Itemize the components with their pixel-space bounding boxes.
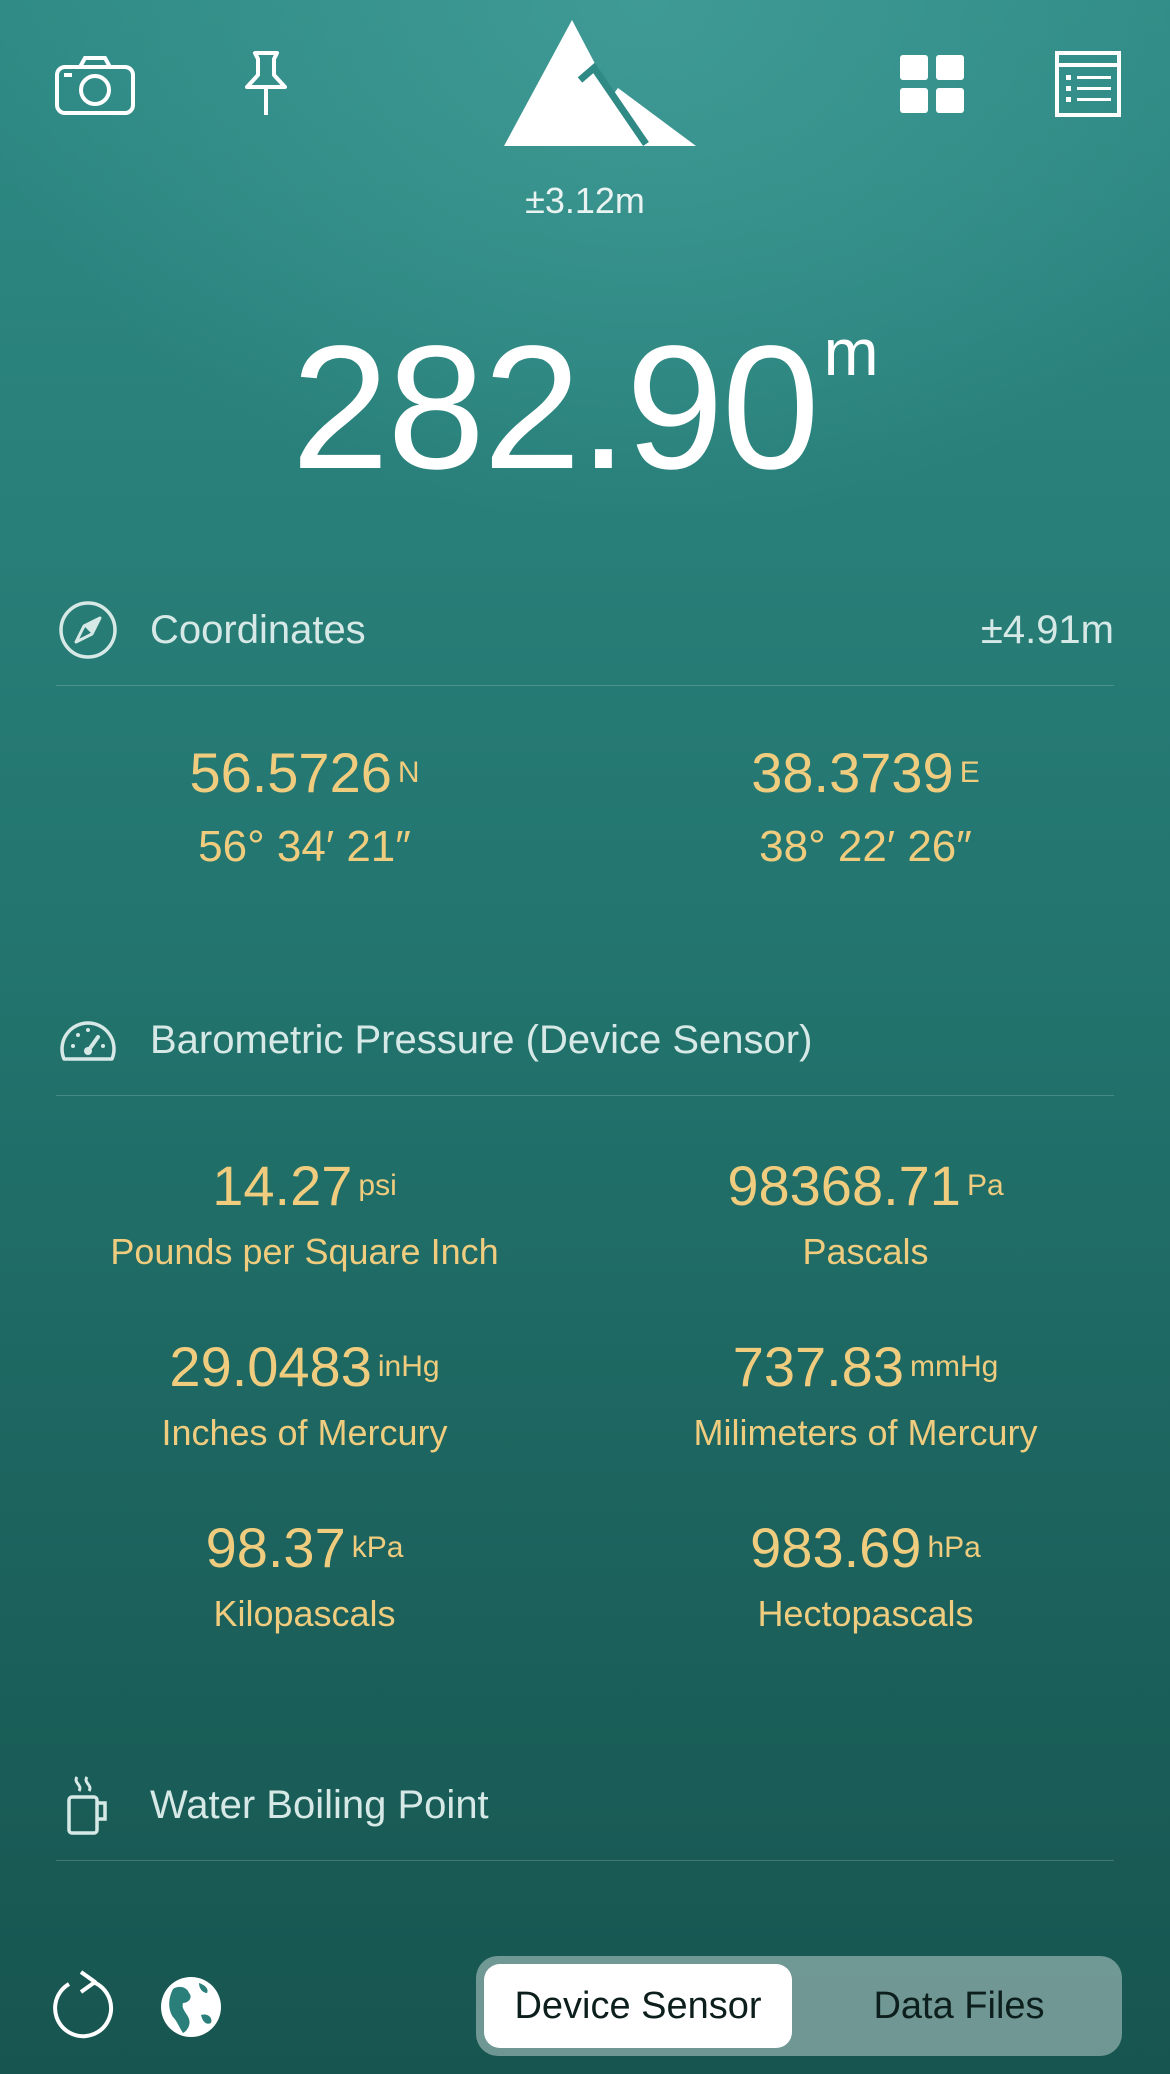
gauge-icon — [56, 1008, 120, 1072]
pressure-title: Barometric Pressure (Device Sensor) — [150, 1017, 813, 1062]
kpa-value: 98.37 — [205, 1516, 346, 1579]
mountain-logo — [500, 18, 700, 150]
pin-button[interactable] — [236, 46, 296, 122]
inhg-value: 29.0483 — [169, 1335, 372, 1398]
mountain-icon — [504, 20, 696, 146]
pressure-hpa: 983.69 hPa Hectopascals — [573, 1517, 1158, 1635]
boiling-point-header[interactable]: Water Boiling Point — [56, 1750, 1114, 1861]
latitude-cell: 56.5726 N 56° 34′ 21″ — [12, 742, 597, 872]
longitude-dms: 38° 22′ 26″ — [759, 822, 972, 871]
pressure-kpa: 98.37 kPa Kilopascals — [12, 1517, 597, 1635]
psi-unit: psi — [358, 1169, 397, 1202]
pin-icon — [245, 51, 287, 115]
segment-data-files[interactable]: Data Files — [806, 1964, 1112, 2048]
boiling-point-title: Water Boiling Point — [150, 1782, 489, 1827]
kpa-label: Kilopascals — [213, 1593, 396, 1634]
altitude-accuracy: ±3.12m — [525, 180, 645, 221]
coordinates-title: Coordinates — [150, 607, 366, 652]
latitude-dms: 56° 34′ 21″ — [198, 822, 411, 871]
pa-value: 98368.71 — [727, 1154, 961, 1217]
refresh-icon — [53, 1970, 114, 2039]
inhg-unit: inHg — [377, 1350, 440, 1383]
camera-button[interactable] — [52, 50, 138, 120]
globe-icon — [161, 1977, 221, 2037]
pressure-psi: 14.27 psi Pounds per Square Inch — [12, 1155, 597, 1273]
pressure-inhg: 29.0483 inHg Inches of Mercury — [12, 1336, 597, 1454]
refresh-button[interactable] — [46, 1966, 120, 2046]
mmhg-value: 737.83 — [732, 1335, 904, 1398]
coordinates-header[interactable]: Coordinates ±4.91m — [56, 575, 1114, 686]
kpa-unit: kPa — [351, 1531, 404, 1564]
hpa-unit: hPa — [927, 1531, 981, 1564]
hpa-label: Hectopascals — [757, 1593, 974, 1634]
hpa-value: 983.69 — [750, 1516, 922, 1579]
source-segmented-control: Device Sensor Data Files — [476, 1956, 1122, 2056]
psi-value: 14.27 — [212, 1154, 353, 1217]
list-view-button[interactable] — [1052, 48, 1124, 120]
altitude-unit: m — [823, 315, 879, 389]
mmhg-label: Milimeters of Mercury — [693, 1412, 1038, 1453]
pa-label: Pascals — [802, 1231, 929, 1272]
psi-label: Pounds per Square Inch — [110, 1231, 499, 1272]
pressure-header[interactable]: Barometric Pressure (Device Sensor) — [56, 985, 1114, 1096]
globe-button[interactable] — [156, 1972, 226, 2042]
pa-unit: Pa — [966, 1169, 1004, 1202]
pressure-pa: 98368.71 Pa Pascals — [573, 1155, 1158, 1273]
coffee-cup-icon — [56, 1773, 120, 1837]
altitude-value: 282.90 — [291, 310, 819, 506]
longitude-value: 38.3739 E — [751, 741, 980, 804]
compass-icon — [56, 598, 120, 662]
coordinates-accuracy: ±4.91m — [980, 607, 1114, 652]
altitude-display: 282.90m — [0, 315, 1170, 496]
grid-view-button[interactable] — [896, 50, 968, 118]
longitude-cell: 38.3739 E 38° 22′ 26″ — [573, 742, 1158, 872]
inhg-label: Inches of Mercury — [161, 1412, 448, 1453]
grid-icon — [900, 55, 964, 113]
list-icon — [1055, 51, 1121, 117]
camera-icon — [55, 56, 135, 115]
segment-device-sensor[interactable]: Device Sensor — [484, 1964, 792, 2048]
latitude-value: 56.5726 N — [189, 741, 420, 804]
mmhg-unit: mmHg — [909, 1350, 999, 1383]
pressure-mmhg: 737.83 mmHg Milimeters of Mercury — [573, 1336, 1158, 1454]
